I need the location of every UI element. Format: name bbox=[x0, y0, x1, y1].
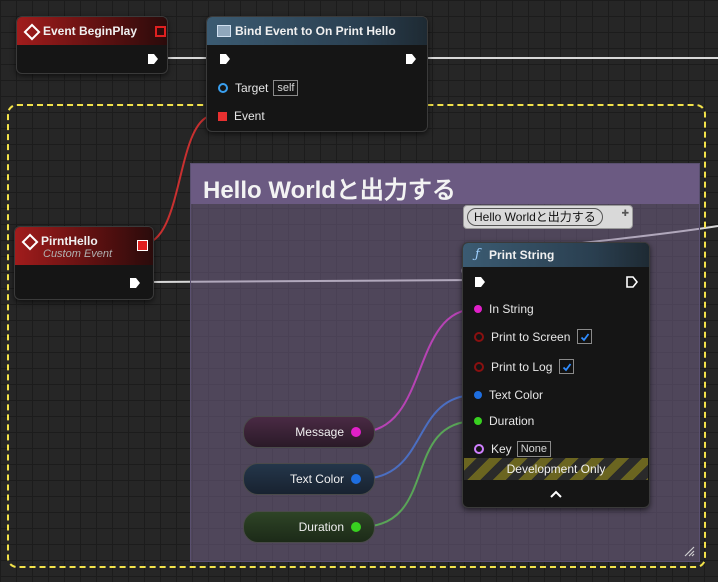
event-pin-row[interactable]: Event bbox=[218, 109, 265, 123]
check-icon bbox=[562, 362, 572, 371]
node-header: Bind Event to On Print Hello bbox=[207, 17, 427, 45]
pin-label: In String bbox=[489, 302, 534, 316]
pin-label: Duration bbox=[489, 414, 535, 428]
event-beginplay-node[interactable]: Event BeginPlay bbox=[16, 16, 168, 74]
bind-event-node[interactable]: Bind Event to On Print Hello Target self… bbox=[206, 16, 428, 132]
exec-out-pin[interactable] bbox=[405, 53, 417, 65]
pin-comment-icon[interactable]: ✚ bbox=[621, 208, 629, 219]
node-title: PirntHello bbox=[41, 234, 98, 248]
delegate-pin-icon[interactable] bbox=[218, 111, 227, 121]
node-subtitle: Custom Event bbox=[43, 248, 113, 260]
print-to-log-pin-row[interactable]: Print to Log bbox=[474, 359, 575, 374]
string-pin-icon[interactable] bbox=[474, 305, 482, 313]
key-pin-icon[interactable] bbox=[474, 444, 484, 454]
print-to-screen-pin-row[interactable]: Print to Screen bbox=[474, 329, 593, 344]
node-comment-bubble[interactable]: Hello Worldと出力する ✚ bbox=[463, 205, 633, 229]
float-pin-icon[interactable] bbox=[351, 522, 361, 532]
function-box-icon bbox=[217, 25, 231, 37]
target-value: self bbox=[273, 80, 299, 96]
print-to-log-checkbox[interactable] bbox=[559, 359, 575, 374]
variable-label: Message bbox=[295, 425, 344, 439]
pin-label: Key bbox=[491, 442, 512, 456]
variable-label: Text Color bbox=[289, 472, 344, 486]
delegate-out-pin-icon[interactable] bbox=[137, 240, 148, 251]
node-header: ƒ Print String bbox=[463, 243, 649, 267]
duration-variable-node[interactable]: Duration bbox=[243, 511, 375, 543]
target-pin-row[interactable]: Target self bbox=[218, 80, 299, 96]
variable-label: Duration bbox=[298, 520, 344, 534]
check-icon bbox=[580, 332, 590, 341]
key-pin-row[interactable]: Key None bbox=[474, 441, 551, 457]
exec-out-pin[interactable] bbox=[626, 276, 638, 288]
delegate-pin-icon[interactable] bbox=[155, 26, 166, 37]
development-only-banner: Development Only bbox=[464, 458, 648, 480]
message-variable-node[interactable]: Message bbox=[243, 416, 375, 448]
pin-label: Event bbox=[234, 109, 265, 123]
node-header: Event BeginPlay bbox=[17, 17, 167, 45]
in-string-pin-row[interactable]: In String bbox=[474, 302, 534, 316]
node-comment-text: Hello Worldと出力する bbox=[467, 208, 603, 226]
node-header: PirntHello Custom Event bbox=[15, 227, 153, 265]
text-color-variable-node[interactable]: Text Color bbox=[243, 463, 375, 495]
development-only-label: Development Only bbox=[506, 462, 606, 476]
event-diamond-icon bbox=[23, 23, 41, 41]
exec-out-pin[interactable] bbox=[147, 53, 159, 65]
bool-pin-icon[interactable] bbox=[474, 331, 484, 342]
exec-out-pin[interactable] bbox=[129, 277, 141, 289]
key-value: None bbox=[516, 441, 551, 457]
node-title: Event BeginPlay bbox=[43, 24, 138, 38]
struct-pin-icon[interactable] bbox=[474, 391, 482, 399]
exec-in-pin[interactable] bbox=[474, 276, 486, 288]
bool-pin-icon[interactable] bbox=[474, 361, 484, 372]
pin-label: Print to Log bbox=[491, 359, 553, 374]
print-to-screen-checkbox[interactable] bbox=[577, 329, 593, 344]
object-pin-icon[interactable] bbox=[218, 83, 228, 93]
pin-label: Print to Screen bbox=[491, 329, 571, 344]
struct-pin-icon[interactable] bbox=[351, 474, 361, 484]
float-pin-icon[interactable] bbox=[474, 417, 482, 425]
duration-pin-row[interactable]: Duration bbox=[474, 414, 534, 428]
text-color-pin-row[interactable]: Text Color bbox=[474, 388, 543, 402]
string-pin-icon[interactable] bbox=[351, 427, 361, 437]
pin-label: Target bbox=[235, 81, 269, 95]
node-title: Print String bbox=[489, 248, 555, 262]
node-title: Bind Event to On Print Hello bbox=[235, 24, 396, 38]
print-string-node[interactable]: ƒ Print String In String Print to Screen… bbox=[462, 242, 650, 508]
custom-event-node[interactable]: PirntHello Custom Event bbox=[14, 226, 154, 300]
function-f-icon: ƒ bbox=[475, 247, 480, 262]
pin-label: Text Color bbox=[489, 388, 544, 402]
exec-in-pin[interactable] bbox=[219, 53, 231, 65]
chevron-up-icon[interactable] bbox=[550, 490, 562, 498]
event-diamond-icon bbox=[21, 233, 39, 251]
